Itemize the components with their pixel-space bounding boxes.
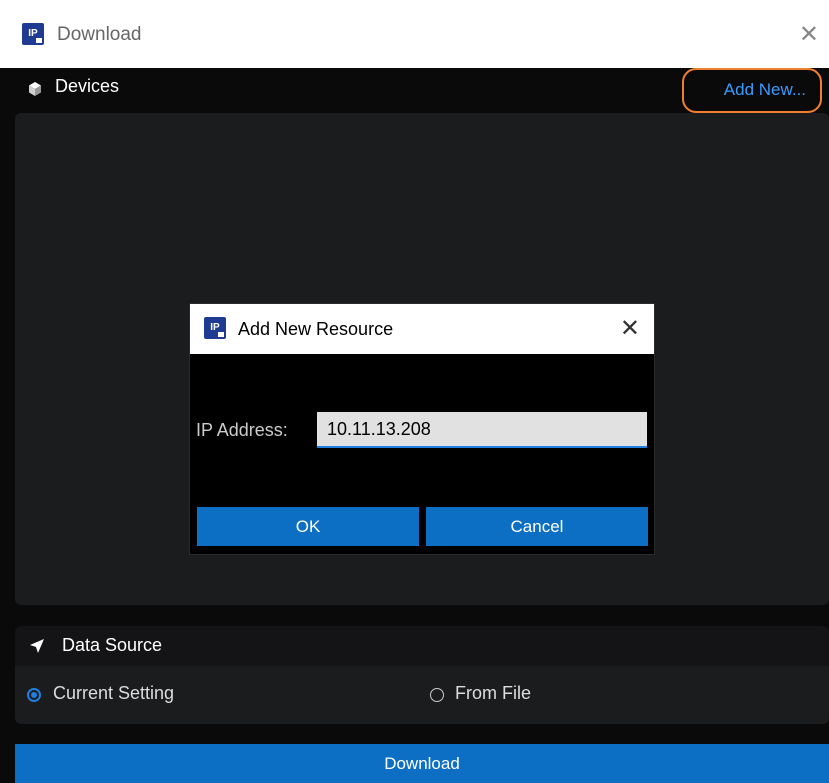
from-file-radio[interactable] xyxy=(430,688,444,702)
add-new-resource-dialog: IP Add New Resource ✕ IP Address: OK Can… xyxy=(190,304,654,554)
navigation-arrow-icon xyxy=(30,639,44,653)
ip-address-label: IP Address: xyxy=(196,420,288,440)
app-logo-icon: IP xyxy=(22,23,44,45)
dialog-logo-icon: IP xyxy=(204,317,226,339)
download-button[interactable]: Download xyxy=(15,744,829,783)
data-source-header: Data Source xyxy=(15,626,829,666)
devices-label: Devices xyxy=(55,76,120,96)
dialog-titlebar: IP Add New Resource ✕ xyxy=(190,304,654,354)
cancel-button[interactable]: Cancel xyxy=(426,507,648,546)
current-setting-label[interactable]: Current Setting xyxy=(53,683,174,704)
window-close-icon[interactable]: ✕ xyxy=(799,20,819,49)
window-title: Download xyxy=(57,24,142,45)
dialog-close-icon[interactable]: ✕ xyxy=(620,314,640,343)
ok-button[interactable]: OK xyxy=(197,507,419,546)
add-new-button[interactable]: Add New... xyxy=(682,68,822,113)
from-file-label[interactable]: From File xyxy=(455,683,531,704)
data-source-label: Data Source xyxy=(62,635,163,655)
ip-address-input[interactable] xyxy=(317,412,647,448)
current-setting-radio[interactable] xyxy=(27,688,41,702)
window-titlebar: IP Download ✕ xyxy=(0,0,829,69)
data-source-options: Current Setting From File xyxy=(15,666,829,724)
dialog-title: Add New Resource xyxy=(238,319,394,339)
cube-icon xyxy=(29,82,41,96)
devices-header: Devices Add New... xyxy=(0,68,829,113)
